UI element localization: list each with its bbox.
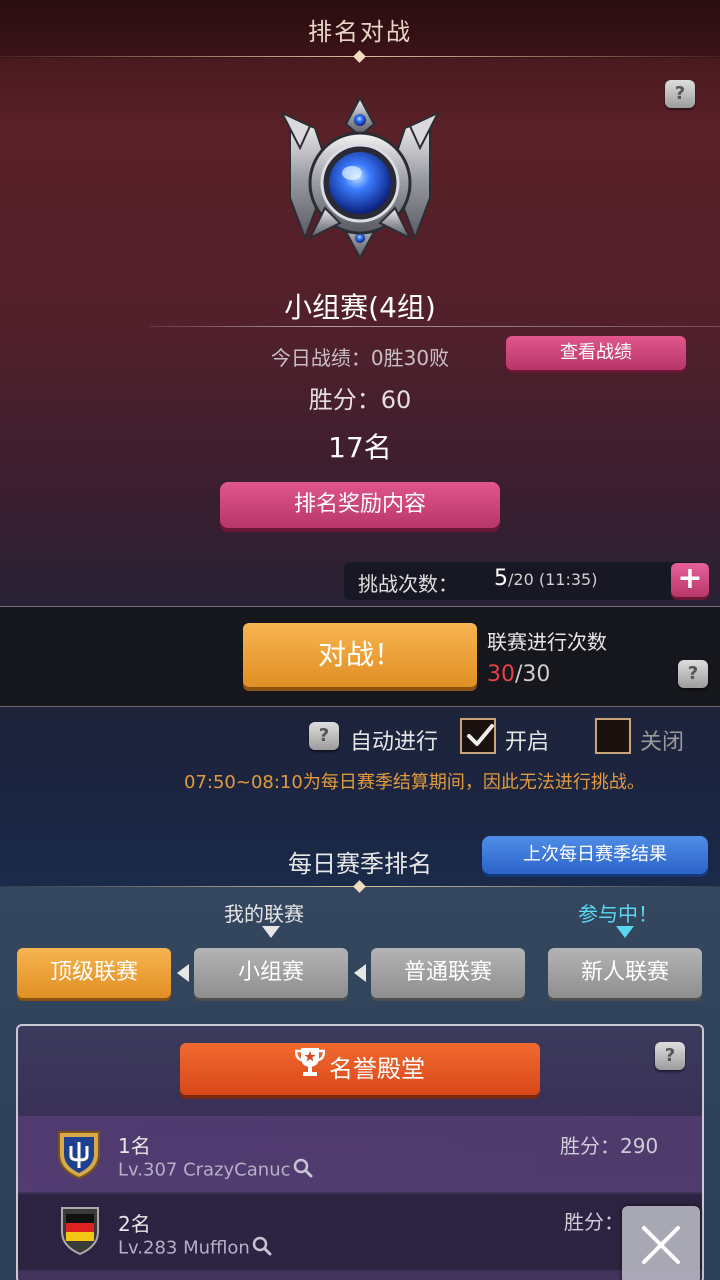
trophy-icon bbox=[294, 1044, 326, 1096]
help-button-top[interactable]: ? bbox=[665, 80, 695, 108]
league-count-label: 联赛进行次数 bbox=[487, 630, 607, 654]
player-name: Lv.307 CrazyCanuc bbox=[118, 1158, 313, 1183]
league-title-underline bbox=[150, 326, 720, 327]
page-title: 排名对战 bbox=[308, 18, 412, 46]
my-league-arrow-icon bbox=[262, 926, 280, 938]
battle-strip-bottom-border bbox=[0, 706, 720, 707]
participating-arrow-icon bbox=[616, 926, 634, 938]
player-score: 胜分：290 bbox=[560, 1134, 659, 1158]
current-rank: 17名 bbox=[328, 431, 392, 464]
magnifier-icon[interactable] bbox=[293, 1158, 313, 1183]
player-score: 胜分： bbox=[564, 1210, 624, 1234]
tab-normal-league[interactable]: 普通联赛 bbox=[371, 948, 525, 998]
auto-off-label: 关闭 bbox=[640, 730, 685, 755]
challenge-current: 5 bbox=[494, 566, 508, 591]
rank-number: 1名 bbox=[118, 1134, 151, 1158]
player-name-text: Lv.283 Mufflon bbox=[118, 1237, 250, 1259]
help-button-league-count[interactable]: ? bbox=[678, 660, 708, 688]
settlement-notice: 07:50~08:10为每日赛季结算期间，因此无法进行挑战。 bbox=[184, 772, 645, 793]
hall-of-fame-button[interactable]: 名誉殿堂 bbox=[180, 1043, 540, 1095]
league-count-used: 30 bbox=[487, 662, 515, 687]
tab-rookie-league[interactable]: 新人联赛 bbox=[548, 948, 702, 998]
challenge-total: /20 bbox=[508, 570, 534, 589]
battle-strip-top-border bbox=[0, 606, 720, 607]
help-button-hall[interactable]: ? bbox=[655, 1042, 685, 1070]
germany-flag-shield-icon bbox=[60, 1206, 100, 1256]
close-icon bbox=[642, 1226, 680, 1264]
rank-number: 2名 bbox=[118, 1212, 151, 1236]
last-season-result-button[interactable]: 上次每日赛季结果 bbox=[482, 836, 708, 874]
player-name-text: Lv.307 CrazyCanuc bbox=[118, 1159, 291, 1181]
participating-label: 参与中！ bbox=[578, 902, 658, 926]
rank-reward-button[interactable]: 排名奖励内容 bbox=[220, 482, 500, 528]
today-record: 今日战绩：0胜30败 bbox=[270, 346, 450, 370]
help-icon: ? bbox=[687, 663, 699, 684]
close-button[interactable] bbox=[622, 1206, 700, 1280]
magnifier-icon[interactable] bbox=[252, 1236, 272, 1261]
auto-on-checkbox[interactable] bbox=[460, 718, 496, 754]
shield-trident-icon bbox=[56, 1128, 102, 1180]
tab-group-stage[interactable]: 小组赛 bbox=[194, 948, 348, 998]
league-emblem-icon bbox=[270, 88, 450, 268]
arrow-left-icon bbox=[177, 964, 189, 982]
tab-top-league[interactable]: 顶级联赛 bbox=[17, 948, 171, 998]
arrow-left-icon bbox=[354, 964, 366, 982]
challenge-timer: (11:35) bbox=[538, 570, 598, 589]
checkmark-icon bbox=[467, 724, 494, 746]
add-challenge-button[interactable]: + bbox=[671, 563, 709, 597]
challenge-count-label: 挑战次数： bbox=[358, 572, 458, 596]
my-league-label: 我的联赛 bbox=[224, 902, 304, 926]
auto-off-checkbox[interactable] bbox=[595, 718, 631, 754]
help-icon: ? bbox=[664, 1045, 676, 1066]
player-name: Lv.283 Mufflon bbox=[118, 1236, 272, 1261]
auto-on-label: 开启 bbox=[505, 730, 550, 755]
help-icon: ? bbox=[674, 83, 686, 104]
help-button-auto[interactable]: ? bbox=[309, 722, 339, 750]
win-points: 胜分：60 bbox=[308, 386, 412, 414]
help-icon: ? bbox=[318, 725, 330, 746]
plus-icon: + bbox=[677, 561, 703, 596]
view-record-button[interactable]: 查看战绩 bbox=[506, 336, 686, 370]
league-title: 小组赛(4组) bbox=[284, 291, 436, 324]
challenge-count-value: 5/20 (11:35) bbox=[494, 566, 597, 591]
battle-button[interactable]: 对战！ bbox=[243, 623, 477, 687]
league-count-value: 30/30 bbox=[487, 662, 550, 687]
auto-play-label: 自动进行 bbox=[350, 730, 439, 755]
hall-of-fame-label: 名誉殿堂 bbox=[329, 1055, 425, 1083]
league-count-total: /30 bbox=[515, 662, 551, 687]
